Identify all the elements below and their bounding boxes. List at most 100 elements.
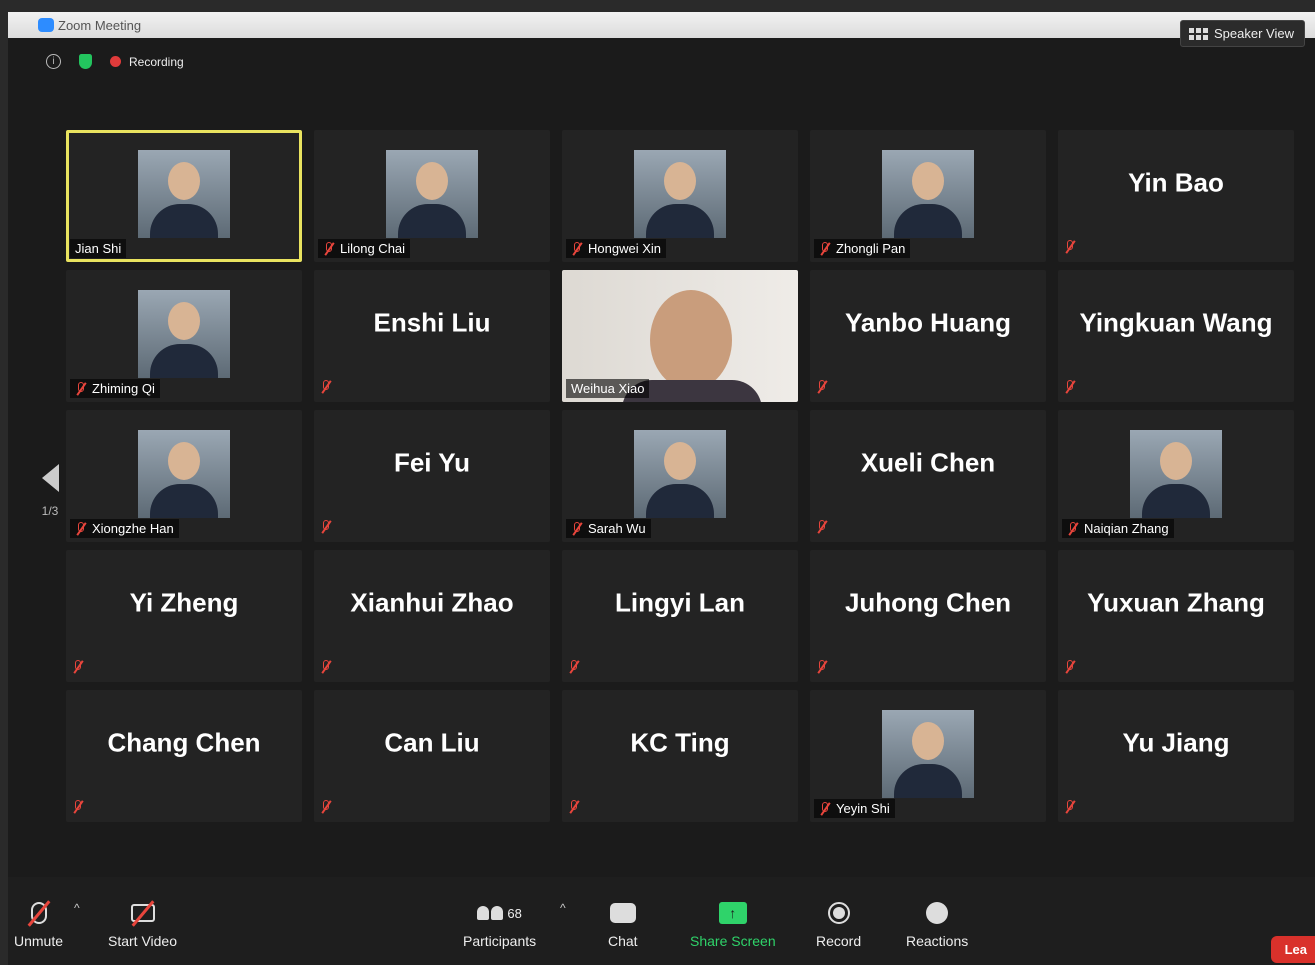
previous-page-icon[interactable]	[41, 464, 59, 492]
share-screen-icon: ↑	[718, 902, 747, 924]
unmute-label: Unmute	[14, 933, 64, 949]
participants-label: Participants	[463, 933, 537, 949]
participant-tile[interactable]: KC Ting	[562, 690, 798, 822]
participant-tile[interactable]: Sarah Wu	[562, 410, 798, 542]
participant-tile[interactable]: Zhiming Qi	[66, 270, 302, 402]
participant-name: Naiqian Zhang	[1084, 521, 1169, 536]
grid-icon	[1189, 27, 1209, 40]
zoom-window: Zoom Meeting i Recording Speaker View 1/…	[8, 12, 1315, 965]
recording-label: Recording	[129, 54, 184, 69]
muted-microphone-icon	[1067, 521, 1079, 536]
meeting-info-bar: i Recording	[46, 54, 184, 69]
participant-display-name: Yi Zheng	[129, 587, 239, 618]
participant-photo	[882, 150, 974, 238]
participant-nameplate: Lilong Chai	[318, 239, 411, 258]
window-title: Zoom Meeting	[58, 17, 142, 33]
participant-tile[interactable]: Naiqian Zhang	[1058, 410, 1294, 542]
muted-microphone-icon	[571, 521, 583, 536]
reactions-button[interactable]: Reactions	[906, 897, 968, 949]
participant-display-name: Enshi Liu	[373, 307, 491, 338]
muted-microphone-icon	[72, 800, 84, 814]
participant-display-name: Xueli Chen	[860, 447, 996, 478]
share-screen-label: Share Screen	[690, 933, 776, 949]
muted-microphone-icon	[816, 520, 828, 534]
participant-tile[interactable]: Yeyin Shi	[810, 690, 1046, 822]
participant-photo	[386, 150, 478, 238]
muted-microphone-icon	[320, 660, 332, 674]
muted-microphone-icon	[816, 660, 828, 674]
participant-tile[interactable]: Yi Zheng	[66, 550, 302, 682]
muted-microphone-icon	[571, 241, 583, 256]
muted-microphone-icon	[75, 381, 87, 396]
reactions-label: Reactions	[906, 933, 969, 949]
participant-tile[interactable]: Lingyi Lan	[562, 550, 798, 682]
share-screen-button[interactable]: ↑ Share Screen	[690, 897, 776, 949]
participant-name: Zhiming Qi	[92, 381, 155, 396]
participant-tile[interactable]: Can Liu	[314, 690, 550, 822]
participant-tile[interactable]: Yingkuan Wang	[1058, 270, 1294, 402]
participant-nameplate: Weihua Xiao	[566, 379, 650, 398]
participant-name: Yeyin Shi	[836, 801, 890, 816]
record-icon	[827, 902, 850, 924]
muted-microphone-icon	[1064, 240, 1076, 254]
muted-microphone-icon	[1064, 660, 1076, 674]
audio-options-chevron-icon[interactable]: ^	[74, 901, 80, 915]
chat-button[interactable]: Chat	[608, 897, 638, 949]
leave-button[interactable]: Lea	[1270, 936, 1315, 963]
participant-photo	[634, 430, 726, 518]
muted-microphone-icon	[1064, 800, 1076, 814]
participant-nameplate: Zhongli Pan	[814, 239, 911, 258]
participant-tile[interactable]: Yin Bao	[1058, 130, 1294, 262]
participant-tile[interactable]: Juhong Chen	[810, 550, 1046, 682]
chat-icon	[609, 903, 636, 923]
muted-microphone-icon	[568, 800, 580, 814]
participants-options-chevron-icon[interactable]: ^	[560, 901, 566, 915]
record-button[interactable]: Record	[816, 897, 861, 949]
participant-tile[interactable]: Fei Yu	[314, 410, 550, 542]
participant-nameplate: Jian Shi	[70, 239, 127, 258]
shield-icon[interactable]	[79, 54, 92, 69]
participant-name: Jian Shi	[75, 241, 122, 256]
participant-tile[interactable]: Jian Shi	[66, 130, 302, 262]
participant-tile[interactable]: Lilong Chai	[314, 130, 550, 262]
participant-tile[interactable]: Chang Chen	[66, 690, 302, 822]
participant-tile[interactable]: Hongwei Xin	[562, 130, 798, 262]
video-grid: Jian Shi Lilong Chai Hongwei Xin Zhongli Pa…	[66, 130, 1310, 842]
participant-photo	[1130, 430, 1222, 518]
muted-microphone-icon	[816, 380, 828, 394]
recording-indicator[interactable]: Recording	[110, 55, 184, 69]
participant-photo	[138, 290, 230, 378]
participant-tile[interactable]: Yuxuan Zhang	[1058, 550, 1294, 682]
participant-photo	[138, 430, 230, 518]
unmute-button[interactable]: Unmute	[14, 897, 63, 949]
speaker-view-label: Speaker View	[1214, 26, 1294, 41]
meeting-toolbar: Unmute ^ Start Video 68 Participants ^ C…	[8, 877, 1315, 965]
participant-display-name: Lingyi Lan	[615, 587, 745, 618]
participant-photo	[634, 150, 726, 238]
participant-tile[interactable]: Enshi Liu	[314, 270, 550, 402]
participant-tile[interactable]: Yu Jiang	[1058, 690, 1294, 822]
muted-microphone-icon	[568, 660, 580, 674]
participant-tile[interactable]: Weihua Xiao	[562, 270, 798, 402]
info-icon[interactable]: i	[46, 54, 61, 69]
participant-photo	[882, 710, 974, 798]
page-navigator: 1/3	[34, 464, 66, 518]
participant-tile[interactable]: Yanbo Huang	[810, 270, 1046, 402]
participant-display-name: Yin Bao	[1128, 167, 1224, 198]
participant-nameplate: Zhiming Qi	[70, 379, 160, 398]
participant-tile[interactable]: Xianhui Zhao	[314, 550, 550, 682]
speaker-view-button[interactable]: Speaker View	[1180, 20, 1305, 47]
participant-tile[interactable]: Zhongli Pan	[810, 130, 1046, 262]
participant-display-name: Yingkuan Wang	[1079, 307, 1273, 338]
zoom-logo-icon	[38, 18, 54, 32]
participant-name: Hongwei Xin	[588, 241, 661, 256]
participant-tile[interactable]: Xueli Chen	[810, 410, 1046, 542]
start-video-button[interactable]: Start Video	[108, 897, 177, 949]
participant-nameplate: Naiqian Zhang	[1062, 519, 1174, 538]
participants-button[interactable]: 68 Participants	[463, 897, 537, 950]
muted-microphone-icon	[75, 521, 87, 536]
participant-display-name: KC Ting	[630, 727, 730, 758]
participant-tile[interactable]: Xiongzhe Han	[66, 410, 302, 542]
record-label: Record	[816, 933, 862, 949]
participant-display-name: Can Liu	[384, 727, 480, 758]
